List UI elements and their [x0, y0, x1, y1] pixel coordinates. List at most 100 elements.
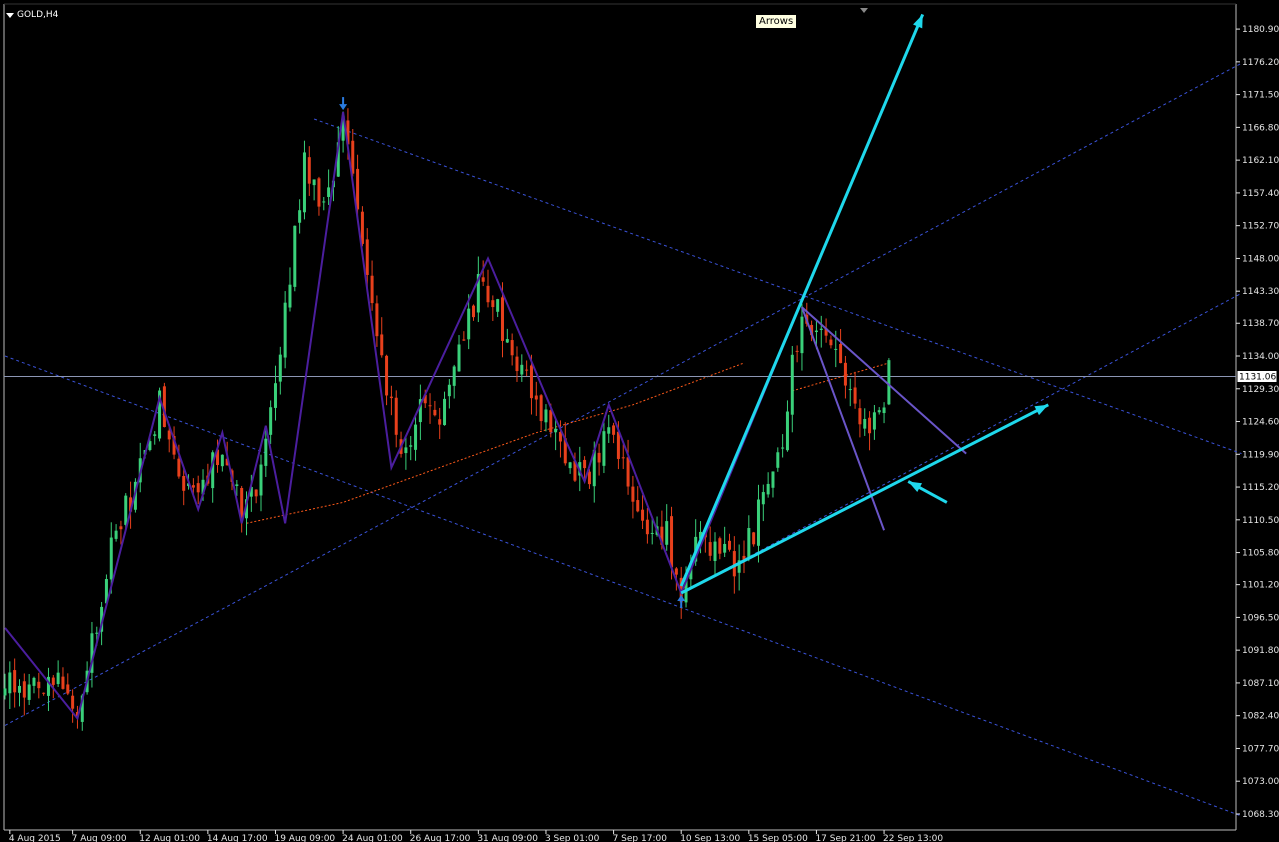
candle-body	[273, 383, 277, 408]
x-tick-label: 31 Aug 09:00	[477, 834, 538, 842]
candle-body	[819, 328, 823, 330]
candle-body	[829, 339, 833, 346]
candle-body	[71, 695, 75, 709]
x-tick-label: 19 Aug 09:00	[274, 834, 335, 842]
candle-body	[650, 532, 654, 534]
candle-body	[370, 275, 374, 304]
candle-body	[752, 532, 756, 545]
y-tick-label: 1180.90	[1242, 25, 1279, 35]
x-tick-label: 26 Aug 17:00	[410, 834, 471, 842]
y-tick-label: 1087.10	[1242, 679, 1279, 689]
candle-body	[312, 179, 316, 186]
candle-body	[447, 384, 451, 397]
candle-body	[670, 516, 674, 568]
candle-body	[317, 178, 321, 207]
candle-body	[631, 486, 635, 502]
candle-body	[486, 285, 490, 303]
candle-body	[636, 500, 640, 512]
candle-body	[51, 677, 55, 685]
candle-body	[505, 339, 509, 343]
candle-body	[467, 308, 471, 340]
y-tick-label: 1157.40	[1242, 189, 1279, 199]
candle-body	[776, 452, 780, 468]
x-tick-label: 4 Aug 2015	[9, 834, 61, 842]
candle-body	[843, 362, 847, 386]
symbol-title[interactable]: GOLD,H4	[6, 10, 58, 20]
candle-body	[278, 354, 282, 382]
candle-body	[8, 672, 12, 694]
candle-body	[761, 492, 765, 505]
candle-body	[438, 419, 442, 425]
y-tick-label: 1124.60	[1242, 418, 1279, 428]
shift-marker-icon[interactable]	[860, 8, 868, 13]
x-tick-label: 17 Sep 21:00	[815, 834, 875, 842]
candle-body	[240, 488, 244, 518]
price-chart[interactable]: 1180.90 1176.20 1171.50 1166.80 1162.10 1157.…	[0, 0, 1279, 842]
candle-body	[525, 369, 529, 371]
tooltip-arrows: Arrows	[755, 14, 798, 29]
candle-body	[327, 187, 331, 197]
x-tick-label: 24 Aug 01:00	[342, 834, 403, 842]
candle-body	[356, 168, 360, 210]
candle-body	[612, 425, 616, 435]
candle-body	[66, 684, 70, 694]
candle-body	[718, 538, 722, 554]
y-tick-label: 1115.20	[1242, 483, 1279, 493]
candle-body	[708, 542, 712, 556]
candle-body	[863, 418, 867, 429]
candle-body	[491, 300, 495, 308]
candle-body	[868, 417, 872, 434]
x-tick-label: 7 Sep 17:00	[613, 834, 668, 842]
candle-body	[756, 499, 760, 546]
candle-body	[443, 398, 447, 426]
candle-body	[37, 681, 41, 689]
candle-body	[235, 484, 239, 487]
candle-body	[264, 438, 268, 466]
candle-body	[360, 211, 364, 244]
candle-body	[583, 459, 587, 469]
candle-body	[834, 348, 838, 350]
y-tick-label: 1105.80	[1242, 549, 1279, 559]
candle-body	[254, 489, 258, 497]
candle-body	[389, 396, 393, 399]
y-tick-label: 1138.70	[1242, 319, 1279, 329]
x-tick-label: 12 Aug 01:00	[139, 834, 200, 842]
candle-body	[17, 685, 21, 693]
candle-body	[621, 457, 625, 459]
candle-body	[61, 676, 65, 689]
candle-body	[124, 495, 128, 525]
y-tick-label: 1101.20	[1242, 581, 1279, 591]
candle-body	[771, 471, 775, 488]
current-price-label: 1131.06	[1239, 373, 1276, 383]
candle-body	[747, 528, 751, 559]
candle-body	[42, 692, 46, 694]
candle-body	[375, 303, 379, 337]
y-tick-label: 1129.30	[1242, 385, 1279, 395]
candle-body	[882, 407, 886, 414]
y-tick-label: 1134.00	[1242, 352, 1279, 362]
candle-body	[177, 458, 181, 477]
candle-body	[365, 239, 369, 275]
candle-body	[13, 670, 17, 693]
x-tick-label: 22 Sep 13:00	[883, 834, 943, 842]
dropdown-triangle-icon[interactable]	[6, 12, 14, 18]
candle-body	[665, 521, 669, 545]
y-tick-label: 1171.50	[1242, 91, 1279, 101]
candle-body	[385, 355, 389, 396]
y-tick-label: 1091.80	[1242, 646, 1279, 656]
candle-body	[32, 677, 36, 686]
candle-body	[814, 330, 818, 333]
candle-body	[795, 350, 799, 352]
y-tick-label: 1162.10	[1242, 156, 1279, 166]
candle-body	[302, 152, 306, 213]
candle-body	[785, 411, 789, 451]
candle-body	[510, 340, 514, 356]
candle-body	[568, 462, 572, 469]
candle-body	[472, 305, 476, 318]
y-tick-label: 1143.30	[1242, 287, 1279, 297]
candle-body	[394, 397, 398, 435]
symbol-title-text: GOLD,H4	[17, 10, 59, 20]
y-tick-label: 1077.70	[1242, 744, 1279, 754]
y-tick-label: 1152.70	[1242, 222, 1279, 232]
candle-body	[607, 427, 611, 434]
